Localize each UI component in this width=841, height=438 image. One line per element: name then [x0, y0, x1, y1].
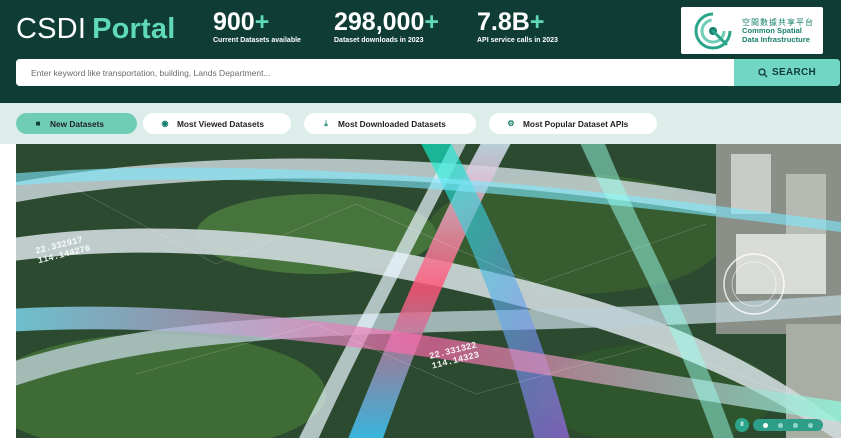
search-bar: SEARCH	[16, 59, 840, 86]
logo-english-name: Common Spatial Data Infrastructure	[742, 26, 810, 44]
folder-icon: ■	[35, 119, 41, 128]
tab-popular-apis[interactable]: ⚙ Most Popular Dataset APIs	[489, 113, 657, 134]
brand-word-portal: Portal	[92, 13, 176, 45]
search-icon	[758, 67, 768, 77]
stat-datasets-caption: Current Datasets available	[213, 37, 301, 44]
stat-datasets: 900+ Current Datasets available	[213, 8, 301, 45]
csdi-logo[interactable]: 空間數據共享平台 Common Spatial Data Infrastruct…	[681, 7, 823, 54]
hero-banner: 22.332917 114.144276 22.331322 114.14323	[16, 144, 841, 438]
brand-logo[interactable]: CSDI Portal	[16, 13, 175, 46]
brand-word-csdi: CSDI	[16, 13, 87, 45]
carousel-indicators	[753, 419, 823, 431]
search-button-label: SEARCH	[771, 67, 817, 78]
tab-most-viewed-label: Most Viewed Datasets	[177, 118, 264, 129]
stat-downloads-caption: Dataset downloads in 2023	[334, 37, 424, 44]
carousel-dot-2[interactable]	[778, 422, 783, 428]
stat-downloads-number: 298,000	[334, 8, 425, 36]
stat-api-number: 7.8B	[477, 8, 530, 36]
pause-button[interactable]: II	[735, 418, 749, 432]
tab-popular-apis-label: Most Popular Dataset APIs	[523, 118, 629, 129]
stat-datasets-number: 900	[213, 8, 255, 36]
eye-icon: ◉	[161, 119, 169, 128]
tab-most-downloaded[interactable]: ⤓ Most Downloaded Datasets	[304, 113, 476, 134]
stat-api-plus: +	[529, 8, 545, 36]
download-icon: ⤓	[324, 118, 328, 128]
pause-icon: II	[740, 422, 744, 428]
tab-new-datasets-label: New Datasets	[50, 118, 104, 129]
tab-new-datasets[interactable]: ■ New Datasets	[16, 113, 137, 134]
stat-api-calls: 7.8B+ API service calls in 2023	[477, 8, 558, 45]
carousel-controls: II	[735, 418, 827, 432]
dataset-tabs: ■ New Datasets ◉ Most Viewed Datasets ⤓ …	[0, 103, 841, 144]
stat-api-caption: API service calls in 2023	[477, 37, 558, 44]
hero-highway-image	[16, 144, 841, 438]
search-button[interactable]: SEARCH	[734, 59, 840, 86]
api-icon: ⚙	[507, 119, 515, 128]
logo-english-line2: Data Infrastructure	[742, 34, 810, 44]
stat-datasets-plus: +	[254, 8, 270, 36]
carousel-dot-1[interactable]	[763, 422, 768, 428]
carousel-dot-4[interactable]	[808, 422, 813, 428]
tab-most-downloaded-label: Most Downloaded Datasets	[338, 118, 446, 129]
carousel-dot-3[interactable]	[793, 422, 798, 428]
stat-downloads: 298,000+ Dataset downloads in 2023	[334, 8, 439, 45]
tab-most-viewed[interactable]: ◉ Most Viewed Datasets	[143, 113, 291, 134]
search-input[interactable]	[16, 59, 734, 86]
stat-downloads-plus: +	[424, 8, 439, 36]
csdi-emblem-icon	[694, 12, 732, 50]
header: CSDI Portal 900+ Current Datasets availab…	[0, 0, 841, 103]
